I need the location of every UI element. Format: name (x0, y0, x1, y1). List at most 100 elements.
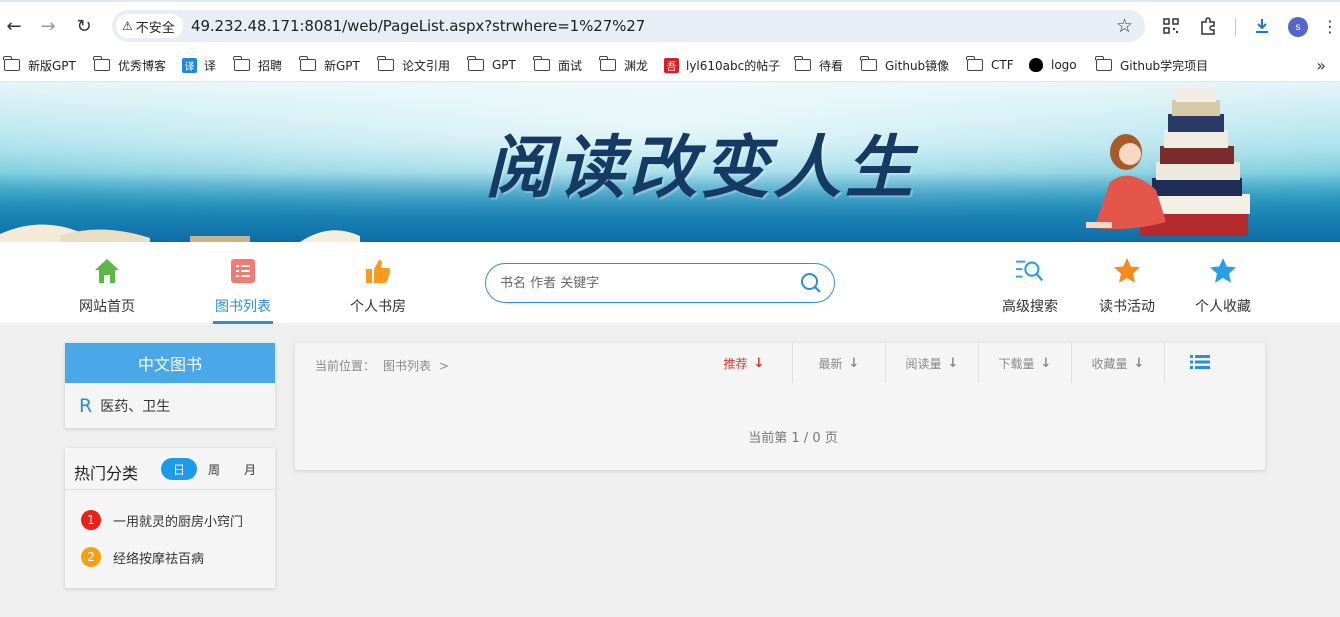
folder-icon (299, 56, 316, 71)
bookmark-item[interactable]: CTF (966, 55, 1014, 75)
toolbar-divider (1235, 18, 1236, 36)
folder-icon (3, 56, 20, 71)
hot-item-title: 一用就灵的厨房小窍门 (113, 514, 244, 530)
search-input[interactable] (500, 273, 790, 293)
nav-advanced-search[interactable]: 高级搜索 (985, 256, 1075, 316)
reload-icon[interactable]: ↻ (72, 14, 96, 38)
tab-week[interactable]: 周 (203, 458, 225, 480)
bookmark-item[interactable]: logo (1029, 55, 1077, 75)
down-arrow-icon: ↓ (1040, 355, 1052, 371)
bookmark-item[interactable]: 面试 (533, 55, 582, 75)
apple-icon (1029, 58, 1043, 72)
hot-item[interactable]: 1 一用就灵的厨房小窍门 (81, 510, 243, 530)
list-view-icon[interactable] (1190, 354, 1210, 370)
warning-triangle-icon: ⚠ (122, 19, 133, 33)
nav-book-list-label: 图书列表 (213, 296, 273, 324)
browser-toolbar: ← → ↻ ⚠ 不安全 49.232.48.171:8081/web/PageL… (0, 0, 1340, 48)
rank-badge: 1 (81, 510, 101, 530)
sort-download-count[interactable]: 下载量 ↓ (978, 343, 1071, 383)
site-navigation: 网站首页 图书列表 个人书房 高级搜索 读书活动 个人收藏 (0, 242, 1340, 324)
site-security-chip[interactable]: ⚠ 不安全 (116, 14, 183, 38)
folder-icon (966, 56, 983, 71)
star-icon (1112, 256, 1142, 286)
banner-title: 阅读改变人生 (485, 128, 918, 208)
nav-book-list[interactable]: 图书列表 (198, 256, 288, 324)
home-icon (92, 256, 122, 286)
tab-day[interactable]: 日 (161, 458, 197, 480)
back-arrow-icon[interactable]: ← (2, 14, 26, 38)
bookmark-item[interactable]: Github镜像 (860, 55, 949, 75)
tab-month[interactable]: 月 (239, 458, 261, 480)
search-box (485, 263, 835, 303)
bookmarks-bar: 新版GPT 优秀博客 译译 招聘 新GPT 论文引用 GPT 面试 渊龙 吾 ly… (0, 48, 1340, 82)
bookmark-item[interactable]: 待看 (794, 55, 843, 75)
reading-girl-books-illustration (1086, 88, 1250, 236)
bookmark-item[interactable]: GPT (467, 55, 516, 75)
folder-icon (377, 56, 394, 71)
sort-favorite-count[interactable]: 收藏量 ↓ (1071, 343, 1164, 383)
pagination-status: 当前第 1 / 0 页 (748, 431, 838, 446)
nav-personal-study[interactable]: 个人书房 (333, 256, 423, 316)
breadcrumb: 当前位置： 图书列表 > (315, 357, 457, 374)
nav-favorites[interactable]: 个人收藏 (1178, 256, 1268, 316)
hot-item[interactable]: 2 经络按摩祛百病 (81, 547, 204, 567)
bookmark-item[interactable]: 新GPT (299, 55, 360, 75)
nav-reading-activity[interactable]: 读书活动 (1082, 256, 1172, 316)
folder-icon (467, 56, 484, 71)
category-item[interactable]: R 医药、卫生 (79, 395, 170, 417)
forum-logo-icon: 吾 (664, 57, 679, 73)
breadcrumb-current[interactable]: 图书列表 (383, 359, 431, 373)
category-code: R (79, 395, 93, 417)
folder-icon (93, 56, 110, 71)
sort-recommended[interactable]: 推荐 ↓ (695, 343, 793, 383)
list-icon (228, 256, 258, 286)
bookmark-item[interactable]: 吾 lyl610abc的帖子 (664, 55, 780, 75)
hot-categories-panel: 热门分类 日 周 月 1 一用就灵的厨房小窍门 2 经络按摩祛百病 (65, 448, 275, 588)
category-header: 中文图书 (65, 343, 275, 383)
folder-icon (533, 56, 550, 71)
nav-personal-study-label: 个人书房 (350, 299, 406, 315)
nav-favorites-label: 个人收藏 (1195, 299, 1251, 315)
menu-dots-icon[interactable]: ⋮ (1320, 16, 1340, 36)
bookmark-item[interactable]: 译译 (182, 55, 216, 75)
folder-icon (860, 56, 877, 71)
category-name: 医药、卫生 (100, 399, 171, 415)
folder-icon (599, 56, 616, 71)
breadcrumb-label: 当前位置： (315, 359, 376, 373)
favorite-star-icon (1208, 256, 1238, 286)
more-bookmarks-chevron-icon[interactable]: » (1316, 56, 1326, 75)
folder-icon (1095, 56, 1112, 71)
forward-arrow-icon[interactable]: → (36, 14, 60, 38)
book-list-panel: 当前位置： 图书列表 > 推荐 ↓ 最新 ↓ 阅读量 ↓ 下载量 ↓ 收藏量 ↓ 当前第 1 … (295, 343, 1265, 470)
nav-reading-activity-label: 读书活动 (1099, 299, 1155, 315)
bookmark-star-icon[interactable]: ☆ (1116, 15, 1133, 37)
down-arrow-icon: ↓ (1133, 355, 1145, 371)
bookmark-item[interactable]: 渊龙 (599, 55, 648, 75)
sort-newest[interactable]: 最新 ↓ (792, 343, 885, 383)
download-icon[interactable] (1252, 16, 1272, 36)
sort-read-count[interactable]: 阅读量 ↓ (885, 343, 978, 383)
folder-icon (794, 56, 811, 71)
address-bar[interactable]: ⚠ 不安全 49.232.48.171:8081/web/PageList.as… (112, 10, 1145, 42)
bookmark-item[interactable]: 论文引用 (377, 55, 450, 75)
bookmark-item[interactable]: 招聘 (233, 55, 282, 75)
down-arrow-icon: ↓ (753, 355, 765, 371)
search-icon[interactable] (800, 272, 822, 294)
url-text[interactable]: 49.232.48.171:8081/web/PageList.aspx?str… (191, 17, 645, 35)
sort-divider (1164, 343, 1165, 383)
folder-icon (233, 56, 250, 71)
hot-categories-title: 热门分类 (74, 464, 139, 483)
open-books-illustration (0, 224, 360, 242)
extensions-puzzle-icon[interactable] (1198, 16, 1218, 36)
advanced-search-icon (1015, 256, 1045, 286)
qr-code-icon[interactable] (1161, 16, 1181, 36)
nav-home[interactable]: 网站首页 (62, 256, 152, 316)
thumbs-up-icon (363, 256, 393, 286)
bookmark-item[interactable]: 优秀博客 (93, 55, 166, 75)
rank-badge: 2 (81, 547, 101, 567)
bookmark-item[interactable]: 新版GPT (3, 55, 76, 75)
bookmark-item[interactable]: Github学完项目 (1095, 55, 1208, 75)
profile-avatar[interactable]: s (1288, 17, 1308, 37)
hot-item-title: 经络按摩祛百病 (113, 551, 205, 567)
hot-categories-header: 热门分类 日 周 月 (65, 448, 275, 490)
